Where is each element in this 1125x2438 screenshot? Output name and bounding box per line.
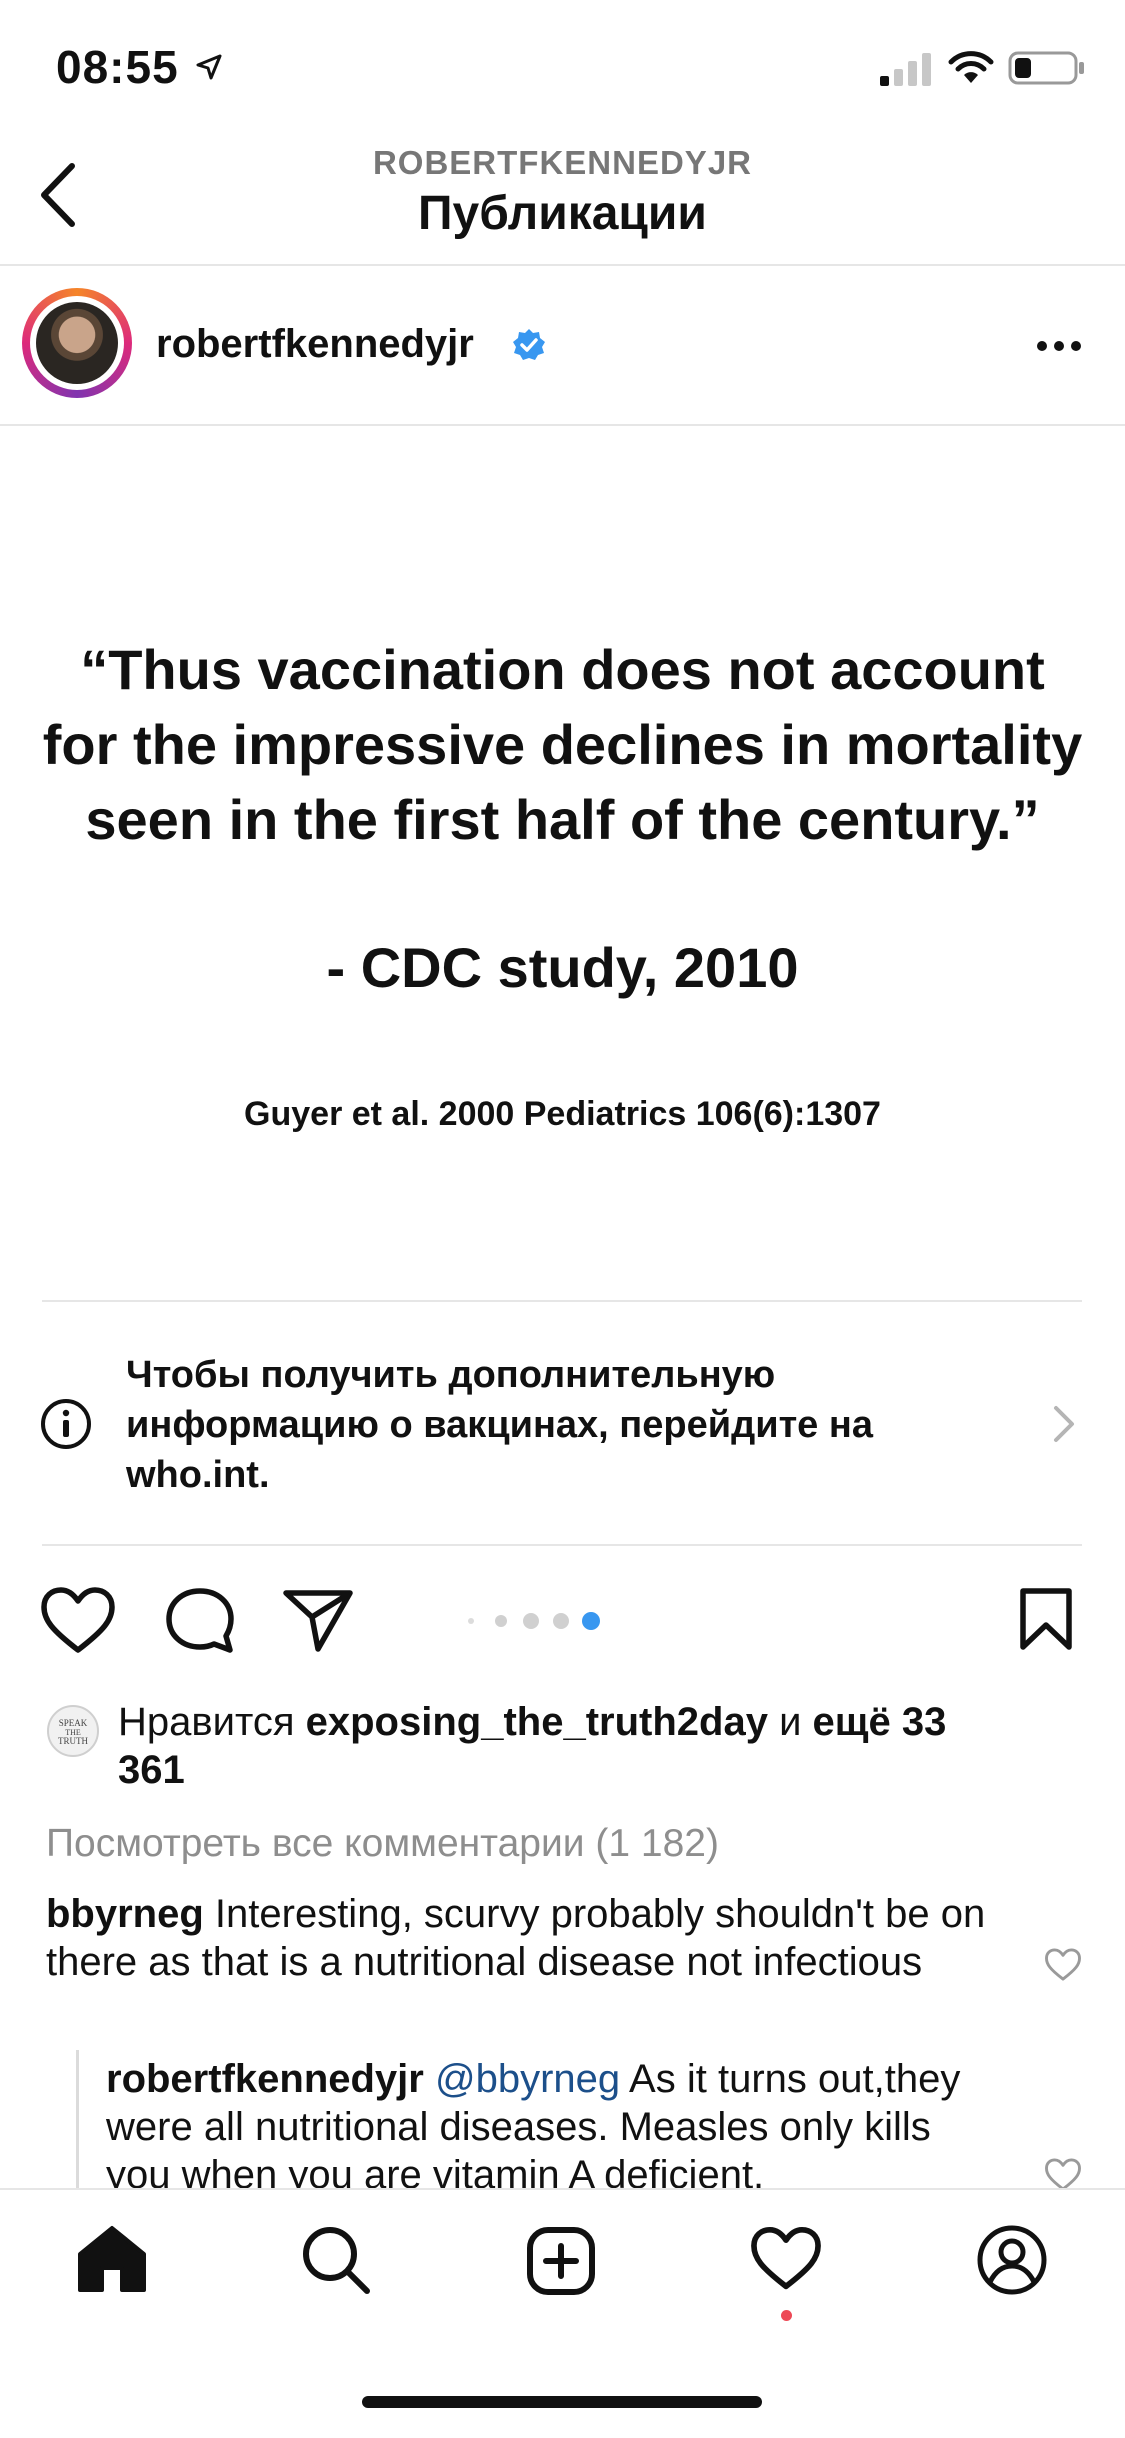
svg-text:TRUTH: TRUTH: [58, 1736, 88, 1746]
new-post-icon[interactable]: [526, 2226, 596, 2296]
liker-username[interactable]: exposing_the_truth2day: [306, 1700, 768, 1744]
reply-mention[interactable]: @bbyrneg: [435, 2057, 620, 2101]
signal-icon: [880, 52, 936, 86]
view-all-comments-link[interactable]: Посмотреть все комментарии (1 182): [46, 1822, 719, 1866]
info-icon: [40, 1398, 92, 1450]
profile-icon[interactable]: [976, 2224, 1048, 2296]
banner-bottom-divider: [42, 1544, 1082, 1546]
save-bookmark-icon[interactable]: [1018, 1586, 1074, 1652]
chevron-right-icon[interactable]: [1052, 1404, 1076, 1444]
avatar[interactable]: [36, 302, 118, 384]
reply-like-heart-icon[interactable]: [1044, 2158, 1082, 2192]
likes-summary[interactable]: Нравится exposing_the_truth2day и ещё 33…: [118, 1698, 998, 1794]
liker-avatar[interactable]: SPEAK THE TRUTH: [46, 1704, 100, 1758]
banner-top-divider: [42, 1300, 1082, 1302]
svg-text:SPEAK: SPEAK: [59, 1718, 88, 1728]
status-time: 08:55: [56, 41, 179, 93]
header-subtitle: ROBERTFKENNEDYJR: [372, 144, 753, 181]
likes-conjunction: и: [767, 1700, 813, 1744]
home-indicator: [362, 2396, 762, 2408]
like-heart-icon[interactable]: [40, 1586, 116, 1656]
comment-username[interactable]: bbyrneg: [46, 1892, 204, 1936]
search-icon[interactable]: [300, 2224, 372, 2296]
share-send-icon[interactable]: [282, 1588, 354, 1654]
vaccine-info-banner[interactable]: Чтобы получить дополнительную информацию…: [126, 1350, 1006, 1500]
battery-icon: [1008, 50, 1086, 86]
verified-badge-icon: [512, 328, 546, 362]
page-title: Публикации: [418, 187, 707, 240]
comment-item: bbyrneg Interesting, scurvy probably sho…: [46, 1890, 996, 1986]
location-arrow-icon: [194, 52, 224, 82]
comment-bubble-icon[interactable]: [164, 1586, 236, 1656]
post-header-divider: [0, 424, 1125, 426]
reply-thread-line: [76, 2050, 79, 2190]
likes-prefix: Нравится: [118, 1700, 306, 1744]
reply-item: robertfkennedyjr @bbyrneg As it turns ou…: [106, 2055, 1006, 2199]
more-options-icon[interactable]: [1036, 340, 1082, 352]
activity-heart-icon[interactable]: [750, 2226, 822, 2292]
post-username[interactable]: robertfkennedyjr: [156, 322, 474, 367]
carousel-indicator: [465, 1610, 605, 1632]
post-image-quote: “Thus vaccination does not account for t…: [42, 638, 1083, 851]
wifi-icon: [948, 50, 994, 86]
comment-like-heart-icon[interactable]: [1044, 1948, 1082, 1982]
reply-username[interactable]: robertfkennedyjr: [106, 2057, 424, 2101]
post-image-citation: Guyer et al. 2000 Pediatrics 106(6):1307: [244, 1095, 881, 1133]
home-icon[interactable]: [76, 2224, 148, 2294]
post-image-attribution: - CDC study, 2010: [326, 936, 799, 999]
header-divider: [0, 264, 1125, 266]
activity-notification-dot: [781, 2310, 792, 2321]
